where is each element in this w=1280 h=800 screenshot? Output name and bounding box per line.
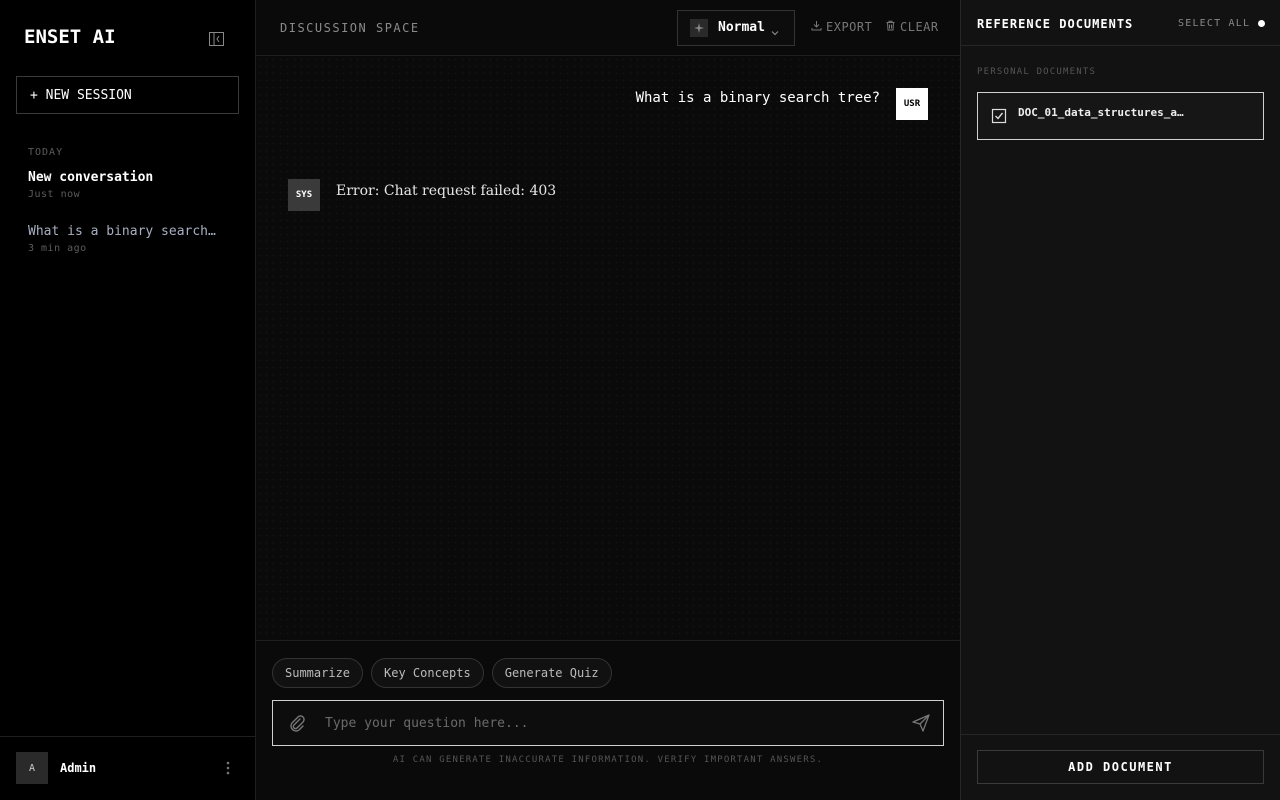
disclaimer: AI CAN GENERATE INACCURATE INFORMATION. … xyxy=(392,755,824,765)
message-text: Error: Chat request failed: 403 xyxy=(336,183,557,199)
sidebar: ENSET AI + NEW SESSION TODAY New convers… xyxy=(0,0,256,800)
user-role-badge: USR xyxy=(896,88,928,120)
export-label: EXPORT xyxy=(826,20,873,34)
session-time: 3 min ago xyxy=(28,243,87,254)
composer: Summarize Key Concepts Generate Quiz AI … xyxy=(256,640,960,800)
user-message: What is a binary search tree? USR xyxy=(636,88,928,120)
mode-label: Normal xyxy=(718,20,765,35)
mode-dropdown[interactable]: Normal xyxy=(677,10,795,46)
more-vertical-icon[interactable] xyxy=(222,759,234,777)
session-group-label: TODAY xyxy=(28,147,64,158)
avatar[interactable]: A xyxy=(16,752,48,784)
send-icon[interactable] xyxy=(911,713,931,733)
document-group-label: PERSONAL DOCUMENTS xyxy=(977,67,1097,77)
sidebar-collapse-icon[interactable] xyxy=(209,31,224,46)
quick-actions: Summarize Key Concepts Generate Quiz xyxy=(272,658,612,688)
select-all-label: SELECT ALL xyxy=(1178,18,1251,29)
document-item[interactable]: DOC_01_data_structures_and_algorithms.pd… xyxy=(977,92,1264,140)
app: ENSET AI + NEW SESSION TODAY New convers… xyxy=(0,0,1280,800)
session-time: Just now xyxy=(28,189,81,200)
session-item[interactable]: New conversation Just now xyxy=(28,170,228,200)
clear-label: CLEAR xyxy=(900,20,939,34)
session-title: New conversation xyxy=(28,170,154,185)
question-input-box xyxy=(272,700,944,746)
system-role-badge: SYS xyxy=(288,179,320,211)
user-name: Admin xyxy=(60,761,97,775)
download-icon xyxy=(811,20,822,34)
key-concepts-chip[interactable]: Key Concepts xyxy=(371,658,484,688)
topbar: DISCUSSION SPACE Normal EXPORT CLEAR xyxy=(256,0,960,56)
divider xyxy=(961,45,1280,46)
user-profile-bar: A Admin xyxy=(0,736,255,800)
add-document-button[interactable]: ADD DOCUMENT xyxy=(977,750,1264,784)
clear-button[interactable]: CLEAR xyxy=(885,20,939,34)
reference-documents-panel: REFERENCE DOCUMENTS SELECT ALL PERSONAL … xyxy=(960,0,1280,800)
message-text: What is a binary search tree? xyxy=(635,90,880,106)
system-message: SYS Error: Chat request failed: 403 xyxy=(288,179,688,211)
chevron-down-icon xyxy=(770,23,780,36)
session-item[interactable]: What is a binary search tree? 3 min ago xyxy=(28,224,228,254)
export-button[interactable]: EXPORT xyxy=(811,20,872,34)
paperclip-icon[interactable] xyxy=(287,713,307,733)
trash-icon xyxy=(885,20,896,34)
discussion-area: DISCUSSION SPACE Normal EXPORT CLEAR Wha… xyxy=(256,0,960,800)
page-title: DISCUSSION SPACE xyxy=(280,21,420,35)
session-title: What is a binary search tree? xyxy=(28,224,218,239)
checkbox-checked-icon[interactable] xyxy=(991,108,1007,124)
app-logo: ENSET AI xyxy=(24,26,116,48)
new-session-button[interactable]: + NEW SESSION xyxy=(16,76,239,114)
summarize-chip[interactable]: Summarize xyxy=(272,658,364,688)
generate-quiz-chip[interactable]: Generate Quiz xyxy=(491,658,612,688)
panel-footer: ADD DOCUMENT xyxy=(961,734,1280,800)
select-all-button[interactable]: SELECT ALL xyxy=(1178,18,1266,29)
question-input[interactable] xyxy=(325,711,895,735)
document-name: DOC_01_data_structures_and_algorithms.pd… xyxy=(1018,106,1188,119)
select-all-indicator xyxy=(1258,20,1266,27)
panel-title: REFERENCE DOCUMENTS xyxy=(977,17,1134,31)
sparkle-icon xyxy=(690,19,708,37)
